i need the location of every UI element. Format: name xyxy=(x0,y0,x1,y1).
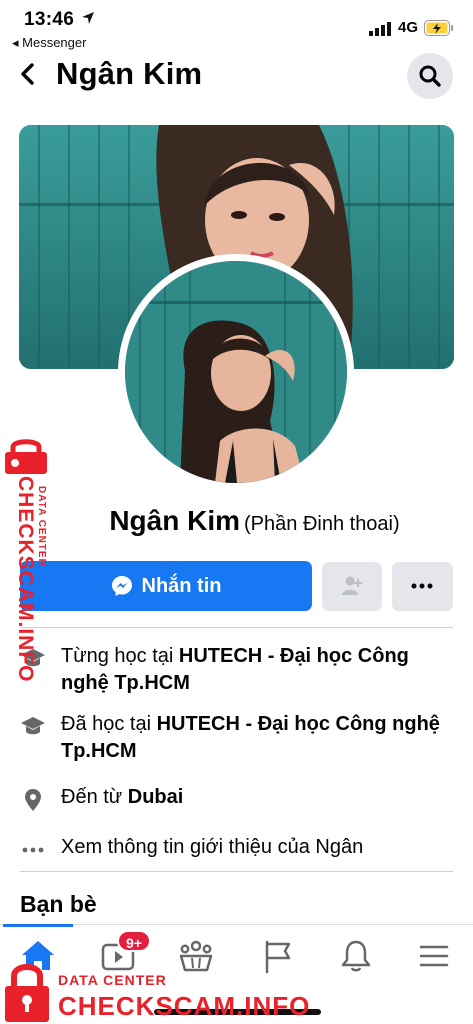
header-title: Ngân Kim xyxy=(56,56,203,91)
video-notification-badge: 9+ xyxy=(117,930,151,952)
location-pin-icon xyxy=(25,789,41,811)
watermark-side-sub: DATA CENTER xyxy=(36,486,47,567)
search-button[interactable] xyxy=(407,53,453,99)
divider xyxy=(20,871,453,872)
friends-section-title[interactable]: Bạn bè xyxy=(20,891,97,918)
status-bar: 13:46 ◂ Messenger 4G xyxy=(0,0,473,56)
send-message-label: Nhắn tin xyxy=(141,574,222,597)
more-dots-icon xyxy=(22,847,44,853)
info-hometown[interactable]: Dubai xyxy=(128,786,184,808)
network-type: 4G xyxy=(398,19,419,36)
profile-avatar[interactable] xyxy=(125,261,347,483)
profile-name-row: Ngân Kim (Phần Đinh thoai) xyxy=(0,505,473,537)
menu-icon[interactable] xyxy=(414,936,454,976)
profile-name: Ngân Kim xyxy=(109,505,241,536)
graduation-cap-icon xyxy=(21,717,45,735)
info-prefix: Từng học tại xyxy=(61,645,179,667)
back-to-messenger-link[interactable]: ◂ Messenger xyxy=(12,35,86,51)
watermark-bottom-sub: DATA CENTER xyxy=(58,972,167,988)
see-about-link[interactable]: Xem thông tin giới thiệu của Ngân xyxy=(61,836,363,858)
watermark-lock-icon xyxy=(5,964,49,1022)
info-prefix: Đã học tại xyxy=(61,713,157,735)
messenger-icon xyxy=(111,576,132,596)
back-arrow-icon[interactable] xyxy=(16,60,40,88)
add-friend-button[interactable] xyxy=(322,562,382,611)
active-tab-indicator xyxy=(3,924,73,927)
watermark-bottom-main: CHECKSCAM.INFO xyxy=(58,991,311,1021)
status-time: 13:46 xyxy=(24,9,75,30)
more-options-button[interactable] xyxy=(392,562,453,611)
watermark-lock-icon xyxy=(5,439,47,474)
send-message-button[interactable]: Nhắn tin xyxy=(20,561,312,611)
watermark-side-main: CHECKSCAM.INFO xyxy=(14,476,37,683)
watermark-side: CHECKSCAM.INFO DATA CENTER xyxy=(3,438,53,683)
battery-charging-icon xyxy=(424,20,453,36)
add-friend-icon xyxy=(342,576,362,595)
profile-header: Ngân Kim xyxy=(0,52,473,100)
info-prefix: Đến từ xyxy=(61,786,128,808)
profile-alternate-name: (Phần Đinh thoai) xyxy=(244,513,400,535)
location-arrow-icon xyxy=(82,12,94,24)
watermark-bottom: DATA CENTER CHECKSCAM.INFO xyxy=(0,960,309,1024)
search-icon xyxy=(419,65,441,87)
cellular-signal-icon xyxy=(369,22,391,36)
more-dots-icon xyxy=(411,583,433,589)
divider xyxy=(20,627,453,628)
notifications-bell-icon[interactable] xyxy=(336,936,376,976)
